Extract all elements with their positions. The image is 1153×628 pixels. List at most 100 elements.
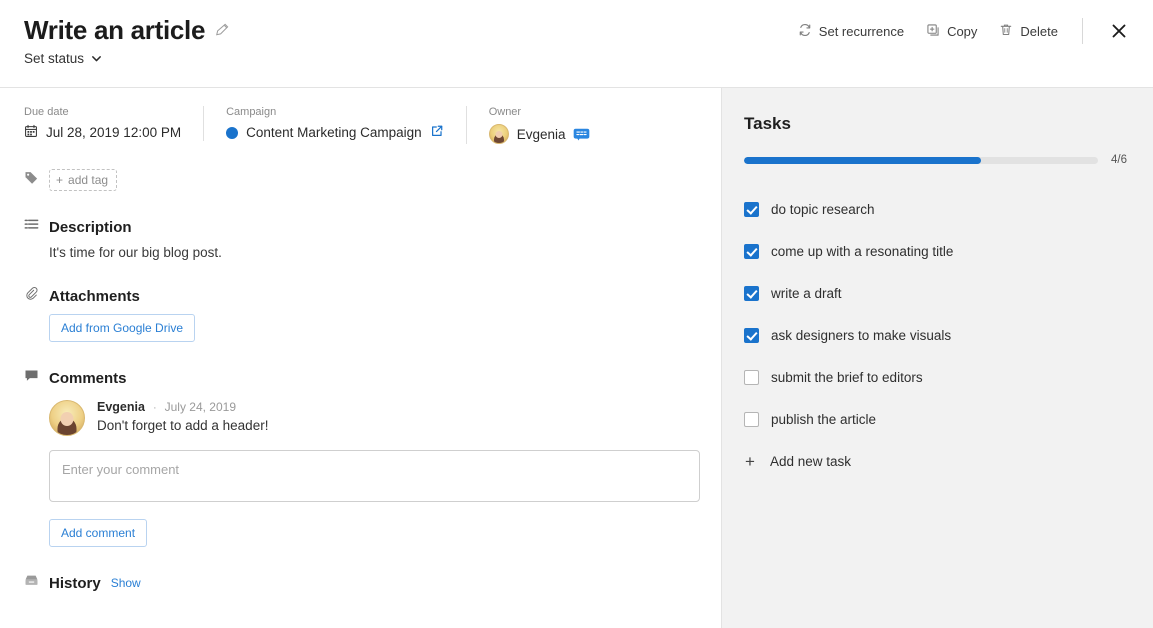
comment-icon bbox=[24, 368, 39, 388]
comments-title: Comments bbox=[49, 370, 127, 387]
task-item[interactable]: write a draft bbox=[744, 272, 1127, 314]
page-body: Due date Jul 28, 2019 12:00 PM Campaign … bbox=[0, 88, 1153, 628]
progress-fill bbox=[744, 157, 981, 164]
due-date-value-row: Jul 28, 2019 12:00 PM bbox=[24, 124, 181, 141]
task-item[interactable]: do topic research bbox=[744, 188, 1127, 230]
page-title: Write an article bbox=[24, 16, 205, 45]
tasks-pane: Tasks 4/6 do topic research come up with … bbox=[721, 88, 1153, 628]
checkbox-unchecked[interactable] bbox=[744, 412, 759, 427]
add-tag-label: add tag bbox=[68, 173, 108, 187]
details-pane: Due date Jul 28, 2019 12:00 PM Campaign … bbox=[0, 88, 721, 628]
task-item[interactable]: ask designers to make visuals bbox=[744, 314, 1127, 356]
description-title: Description bbox=[49, 219, 132, 236]
owner-value: Evgenia bbox=[517, 127, 566, 142]
comment-separator: · bbox=[153, 402, 157, 414]
task-label: ask designers to make visuals bbox=[771, 328, 951, 343]
action-divider bbox=[1082, 18, 1083, 44]
owner-field[interactable]: Owner Evgenia bbox=[466, 106, 613, 144]
comments-header: Comments bbox=[24, 368, 697, 388]
history-section: History Show bbox=[24, 547, 697, 593]
task-item[interactable]: publish the article bbox=[744, 398, 1127, 440]
comment-content: Evgenia · July 24, 2019 Don't forget to … bbox=[97, 400, 268, 436]
add-new-task-button[interactable]: + Add new task bbox=[744, 440, 1127, 480]
comment-date: July 24, 2019 bbox=[165, 400, 236, 414]
campaign-field[interactable]: Campaign Content Marketing Campaign bbox=[203, 106, 466, 141]
close-icon[interactable] bbox=[1107, 19, 1131, 43]
description-section: Description It's time for our big blog p… bbox=[24, 191, 697, 260]
pencil-icon[interactable] bbox=[215, 23, 229, 37]
task-detail-page: Write an article Set status Set recurren… bbox=[0, 0, 1153, 628]
due-date-label: Due date bbox=[24, 106, 181, 118]
header-actions: Set recurrence Copy Delete bbox=[798, 18, 1131, 44]
list-icon bbox=[24, 217, 39, 237]
tags-row: + add tag bbox=[24, 144, 697, 191]
avatar bbox=[49, 400, 85, 436]
external-link-icon[interactable] bbox=[430, 124, 444, 141]
set-status-dropdown[interactable]: Set status bbox=[0, 45, 103, 66]
task-item[interactable]: come up with a resonating title bbox=[744, 230, 1127, 272]
task-label: write a draft bbox=[771, 286, 842, 301]
set-recurrence-button[interactable]: Set recurrence bbox=[798, 23, 904, 40]
attachments-body: Add from Google Drive bbox=[24, 306, 697, 342]
trash-icon bbox=[999, 23, 1013, 40]
checkbox-checked[interactable] bbox=[744, 286, 759, 301]
avatar bbox=[489, 124, 509, 144]
due-date-field[interactable]: Due date Jul 28, 2019 12:00 PM bbox=[24, 106, 203, 141]
history-title: History bbox=[49, 575, 101, 592]
task-label: submit the brief to editors bbox=[771, 370, 923, 385]
copy-label: Copy bbox=[947, 24, 977, 39]
description-text[interactable]: It's time for our big blog post. bbox=[24, 237, 697, 260]
message-badge-icon[interactable] bbox=[573, 128, 590, 141]
copy-icon bbox=[926, 23, 940, 40]
comment-author: Evgenia bbox=[97, 400, 145, 414]
delete-button[interactable]: Delete bbox=[999, 23, 1058, 40]
tasks-progress: 4/6 bbox=[744, 154, 1127, 166]
description-header: Description bbox=[24, 217, 697, 237]
checkbox-unchecked[interactable] bbox=[744, 370, 759, 385]
owner-label: Owner bbox=[489, 106, 591, 118]
attachments-title: Attachments bbox=[49, 288, 140, 305]
progress-count: 4/6 bbox=[1111, 154, 1127, 166]
task-label: do topic research bbox=[771, 202, 875, 217]
checkbox-checked[interactable] bbox=[744, 244, 759, 259]
attachments-section: Attachments Add from Google Drive bbox=[24, 260, 697, 342]
add-from-google-drive-button[interactable]: Add from Google Drive bbox=[49, 314, 195, 342]
add-comment-button[interactable]: Add comment bbox=[49, 519, 147, 547]
task-label: come up with a resonating title bbox=[771, 244, 953, 259]
progress-track bbox=[744, 157, 1098, 164]
history-show-link[interactable]: Show bbox=[111, 576, 141, 590]
paperclip-icon bbox=[24, 286, 39, 306]
comments-section: Comments Evgenia · July 24, 2019 Don't f… bbox=[24, 342, 697, 547]
comment-text: Don't forget to add a header! bbox=[97, 414, 268, 433]
copy-button[interactable]: Copy bbox=[926, 23, 977, 40]
checkbox-checked[interactable] bbox=[744, 328, 759, 343]
plus-icon: + bbox=[744, 453, 756, 470]
campaign-value: Content Marketing Campaign bbox=[246, 125, 422, 140]
tasks-title: Tasks bbox=[744, 114, 1127, 134]
recurrence-icon bbox=[798, 23, 812, 40]
calendar-icon bbox=[24, 124, 38, 141]
task-label: publish the article bbox=[771, 412, 876, 427]
task-list: do topic research come up with a resonati… bbox=[744, 188, 1127, 440]
campaign-color-dot bbox=[226, 127, 238, 139]
add-tag-button[interactable]: + add tag bbox=[49, 169, 117, 191]
list-item: Evgenia · July 24, 2019 Don't forget to … bbox=[24, 388, 697, 436]
checkbox-checked[interactable] bbox=[744, 202, 759, 217]
campaign-value-row: Content Marketing Campaign bbox=[226, 124, 444, 141]
chevron-down-icon bbox=[90, 52, 103, 65]
set-status-label: Set status bbox=[24, 51, 84, 66]
comment-input[interactable] bbox=[49, 450, 700, 502]
comment-meta: Evgenia · July 24, 2019 bbox=[97, 400, 268, 414]
owner-value-row: Evgenia bbox=[489, 124, 591, 144]
comment-actions: Add comment bbox=[49, 507, 697, 547]
due-date-value: Jul 28, 2019 12:00 PM bbox=[46, 125, 181, 140]
page-header: Write an article Set status Set recurren… bbox=[0, 0, 1153, 88]
add-new-task-label: Add new task bbox=[770, 454, 851, 469]
delete-label: Delete bbox=[1020, 24, 1058, 39]
meta-row: Due date Jul 28, 2019 12:00 PM Campaign … bbox=[24, 88, 697, 144]
task-item[interactable]: submit the brief to editors bbox=[744, 356, 1127, 398]
set-recurrence-label: Set recurrence bbox=[819, 24, 904, 39]
plus-icon: + bbox=[56, 173, 63, 187]
tag-icon bbox=[24, 170, 39, 190]
attachments-header: Attachments bbox=[24, 286, 697, 306]
